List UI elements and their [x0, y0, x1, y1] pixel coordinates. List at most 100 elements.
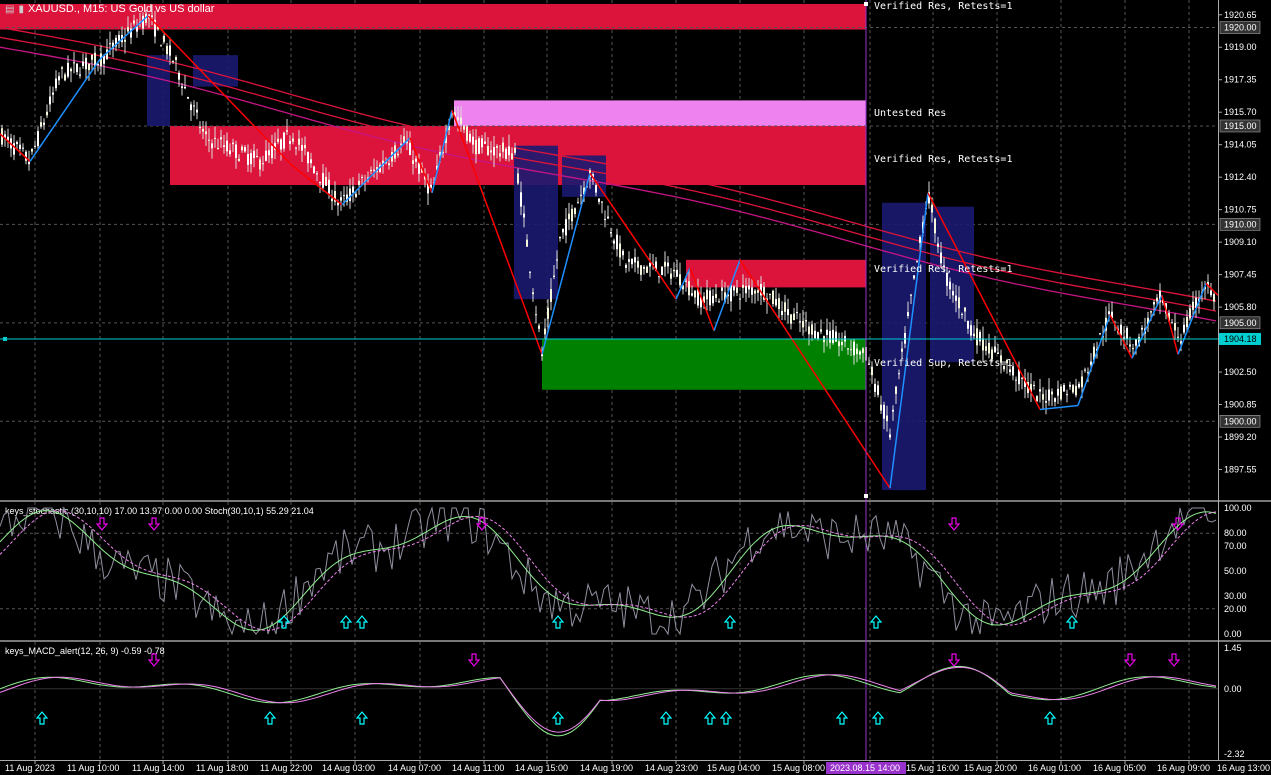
candle-body: [265, 150, 267, 161]
candle-body: [568, 213, 570, 220]
macd-down-arrow-icon: [467, 653, 481, 667]
candle-body: [415, 158, 417, 162]
candle-body: [847, 348, 849, 350]
candle-body: [166, 45, 168, 55]
stoch-signal-line: [0, 510, 1217, 631]
candle-body: [163, 35, 165, 42]
candle-body: [319, 181, 321, 184]
candle-body: [52, 92, 54, 95]
candle-body: [937, 243, 939, 247]
table-icon[interactable]: ▤: [5, 4, 14, 15]
candle-body: [1099, 333, 1101, 335]
candle-body: [751, 287, 753, 295]
candle-body: [859, 351, 861, 355]
candle-body: [967, 320, 969, 329]
candle-body: [562, 228, 564, 233]
time-axis-label: 14 Aug 19:00: [580, 763, 633, 773]
candle-body: [814, 330, 816, 339]
candle-body: [373, 169, 375, 171]
candle-body: [214, 137, 216, 139]
session-box: [147, 55, 170, 126]
candle-body: [49, 96, 51, 105]
candle-body: [556, 259, 558, 261]
candle-body: [664, 261, 666, 267]
candle-body: [289, 140, 291, 144]
candle-body: [916, 260, 918, 262]
stoch-up-arrow-icon: [723, 615, 737, 629]
candle-body: [616, 234, 618, 250]
stoch-axis-label: 100.00: [1224, 503, 1252, 513]
candle-body: [1153, 302, 1155, 305]
time-axis-label: 14 Aug 11:00: [452, 763, 504, 773]
zone-label: Untested Res: [874, 108, 946, 119]
candle-body: [388, 163, 390, 166]
candle-body: [229, 150, 231, 155]
trading-chart[interactable]: Verified Res, Retests=1 Untested Res Verif…: [0, 0, 1271, 775]
zigzag-segment: [589, 172, 677, 300]
candle-body: [199, 126, 201, 129]
candle-body: [1066, 394, 1068, 396]
zigzag-segment: [1177, 283, 1207, 355]
candle-body: [883, 404, 885, 419]
candle-body: [283, 132, 285, 149]
candle-body: [913, 275, 915, 279]
zigzag-segment: [1131, 294, 1163, 359]
candle-body: [637, 261, 639, 268]
candle-body: [598, 198, 600, 202]
candle-body: [958, 297, 960, 309]
chart-canvas[interactable]: Verified Res, Retests=1 Untested Res Verif…: [0, 0, 1271, 775]
price-axis-label: 1900.85: [1224, 400, 1257, 410]
candle-body: [196, 109, 198, 113]
candle-body: [619, 243, 621, 258]
candle-body: [34, 145, 36, 147]
candle-body: [970, 325, 972, 336]
macd-up-arrow-icon: [703, 711, 717, 725]
candle-body: [361, 176, 363, 178]
candle-body: [397, 153, 399, 156]
candle-body: [520, 192, 522, 207]
candle-body: [13, 143, 15, 155]
candle-body: [55, 78, 57, 89]
candle-body: [472, 136, 474, 145]
candle-body: [58, 76, 60, 81]
candle-body: [463, 125, 465, 130]
candle-body: [910, 294, 912, 296]
candle-body: [253, 150, 255, 158]
candle-body: [250, 153, 252, 165]
stoch-up-arrow-icon: [551, 615, 565, 629]
candle-body: [28, 161, 30, 165]
candle-body: [742, 285, 744, 288]
candle-body: [355, 193, 357, 198]
candle-body: [136, 26, 138, 32]
price-level-label: 1905.00: [1224, 318, 1257, 328]
zone-untested-res: [454, 100, 866, 128]
bars-icon[interactable]: ▮: [18, 4, 24, 15]
candle-body: [1078, 383, 1080, 388]
candle-body: [880, 404, 882, 411]
price-level-label: 1920.00: [1224, 23, 1257, 33]
candle-body: [733, 286, 735, 291]
candle-body: [643, 266, 645, 269]
macd-up-arrow-icon: [1043, 711, 1057, 725]
stoch-dashed-line: [0, 510, 1217, 631]
time-axis-label: 11 Aug 18:00: [196, 763, 248, 773]
candle-body: [646, 266, 648, 273]
candle-body: [1048, 389, 1050, 401]
candle-body: [994, 346, 996, 353]
candle-body: [694, 290, 696, 298]
candle-body: [580, 194, 582, 196]
candle-body: [1009, 369, 1011, 373]
candle-body: [46, 111, 48, 116]
time-axis-label: 16 Aug 09:00: [1157, 763, 1210, 773]
candle-body: [280, 139, 282, 150]
candle-body: [64, 74, 66, 81]
candle-body: [91, 54, 93, 60]
candle-body: [868, 363, 870, 365]
candle-body: [976, 328, 978, 346]
candle-body: [262, 163, 264, 165]
candle-body: [1075, 385, 1077, 396]
candle-body: [889, 434, 891, 438]
candle-body: [1108, 311, 1110, 315]
candle-body: [505, 148, 507, 159]
macd-up-arrow-icon: [659, 711, 673, 725]
